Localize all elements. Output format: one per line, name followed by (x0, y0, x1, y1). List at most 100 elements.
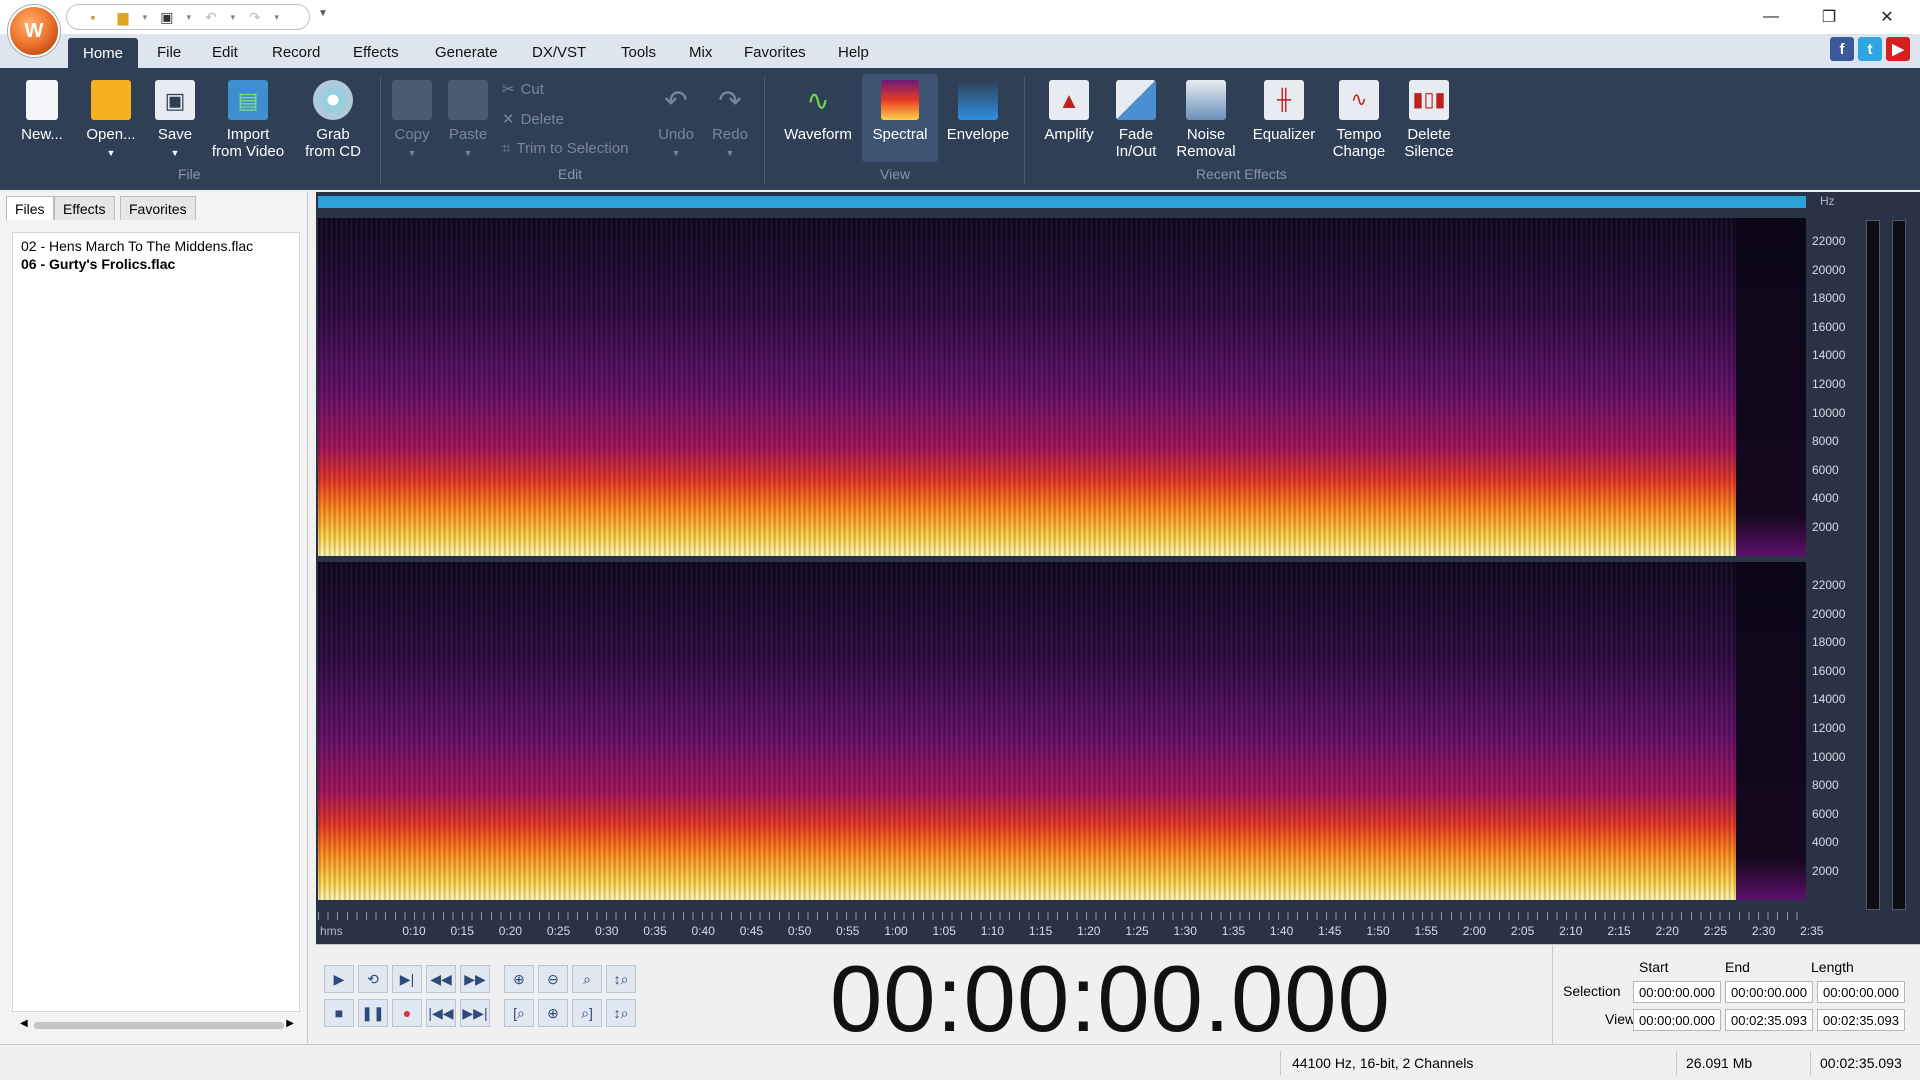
spectral-view-button[interactable]: Spectral (862, 74, 938, 162)
tab-mix[interactable]: Mix (689, 44, 712, 61)
undo-icon[interactable]: ↶ (199, 7, 223, 27)
tab-edit[interactable]: Edit (212, 44, 238, 61)
save-button[interactable]: ▣ Save ▼ (152, 80, 198, 162)
zoom-out-icon[interactable]: ⊖ (538, 965, 568, 993)
stop-icon[interactable]: ■ (324, 999, 354, 1027)
tab-files[interactable]: Files (6, 196, 54, 220)
list-item[interactable]: 02 - Hens March To The Middens.flac (21, 237, 291, 255)
cut-button[interactable]: ✂ Cut (502, 80, 544, 99)
noise-removal-button[interactable]: Noise Removal (1172, 80, 1240, 160)
zoom-all-icon[interactable]: ⊕ (538, 999, 568, 1027)
copy-button[interactable]: Copy ▼ (390, 80, 434, 162)
undo-button[interactable]: ↶ Undo ▼ (654, 80, 698, 162)
import-from-video-button[interactable]: ▤ Import from Video (206, 80, 290, 160)
delete-button[interactable]: ✕ Delete (502, 110, 564, 129)
tab-record[interactable]: Record (272, 44, 320, 61)
fade-icon (1116, 80, 1156, 120)
zoom-selection-icon[interactable]: [⌕ (504, 999, 534, 1027)
tab-dxvst[interactable]: DX/VST (532, 44, 586, 61)
loop-icon[interactable]: ⟲ (358, 965, 388, 993)
new-file-icon[interactable]: ▪ (81, 7, 105, 27)
tab-effects-panel[interactable]: Effects (54, 196, 115, 220)
youtube-icon[interactable]: ▶ (1886, 37, 1910, 61)
scrollbar-thumb[interactable] (34, 1022, 284, 1029)
cd-icon (313, 80, 353, 120)
skip-to-end-icon[interactable]: ▶▶| (460, 999, 490, 1027)
selection-panel: Start End Length Selection View 00:00:00… (1552, 945, 1920, 1045)
selection-end-field[interactable]: 00:00:00.000 (1725, 981, 1813, 1003)
tab-favorites[interactable]: Favorites (744, 44, 806, 61)
view-length-field[interactable]: 00:02:35.093 (1817, 1009, 1905, 1031)
list-item[interactable]: 06 - Gurty's Frolics.flac (21, 255, 291, 273)
amplify-button[interactable]: ▲ Amplify (1038, 80, 1100, 143)
scroll-left-icon[interactable]: ◀ (20, 1018, 28, 1029)
horizontal-scrollbar[interactable]: ◀ ▶ (18, 1018, 294, 1032)
zoom-in-icon[interactable]: ⊕ (504, 965, 534, 993)
tempo-change-button[interactable]: ∿ Tempo Change (1326, 80, 1392, 160)
chevron-down-icon: ▼ (407, 148, 417, 158)
envelope-view-button[interactable]: Envelope (942, 80, 1014, 143)
customize-qat-icon[interactable]: ▼ (318, 8, 328, 19)
chevron-down-icon[interactable]: ▼ (273, 13, 281, 22)
selection-length-field[interactable]: 00:00:00.000 (1817, 981, 1905, 1003)
view-start-field[interactable]: 00:00:00.000 (1633, 1009, 1721, 1031)
paste-button[interactable]: Paste ▼ (444, 80, 492, 162)
fast-forward-icon[interactable]: ▶▶ (460, 965, 490, 993)
zoom-right-icon[interactable]: ⌕] (572, 999, 602, 1027)
waveform-view-button[interactable]: ∿ Waveform (778, 80, 858, 143)
time-ruler[interactable]: hms 0:10 0:15 0:20 0:25 0:30 0:35 0:40 0:45 0:50… (318, 908, 1823, 944)
time-tick-label: 0:45 (739, 924, 764, 938)
frequency-tick-label: 8000 (1812, 778, 1839, 793)
chevron-down-icon[interactable]: ▼ (185, 13, 193, 22)
minimize-button[interactable]: — (1748, 2, 1794, 32)
app-logo[interactable]: W (8, 5, 60, 57)
open-folder-icon[interactable]: ▆ (111, 7, 135, 27)
frequency-tick-label: 10000 (1812, 405, 1846, 420)
equalizer-button[interactable]: ╫ Equalizer (1248, 80, 1320, 143)
channel-right-spectrogram[interactable] (318, 562, 1806, 900)
delete-silence-button[interactable]: ▮▯▮ Delete Silence (1398, 80, 1460, 160)
frequency-tick-label: 4000 (1812, 835, 1839, 850)
spectrogram-editor[interactable]: Hz 22000 20000 18000 16000 14000 12000 10000 80… (316, 192, 1920, 944)
tab-favorites-panel[interactable]: Favorites (120, 196, 196, 220)
frequency-tick-label: 12000 (1812, 377, 1846, 391)
scroll-right-icon[interactable]: ▶ (286, 1018, 294, 1029)
facebook-icon[interactable]: f (1830, 37, 1854, 61)
new-button[interactable]: New... (18, 80, 66, 143)
grab-from-cd-button[interactable]: Grab from CD (298, 80, 368, 160)
zoom-fit-icon[interactable]: ⌕ (572, 965, 602, 993)
redo-icon[interactable]: ↷ (243, 7, 267, 27)
open-button[interactable]: Open... ▼ (82, 80, 140, 162)
selection-start-field[interactable]: 00:00:00.000 (1633, 981, 1721, 1003)
trim-to-selection-button[interactable]: ⌗ Trim to Selection (502, 140, 628, 157)
zoom-vertical-in-icon[interactable]: ↕⌕ (606, 965, 636, 993)
restore-button[interactable]: ❐ (1806, 2, 1852, 32)
skip-to-start-icon[interactable]: |◀◀ (426, 999, 456, 1027)
view-end-field[interactable]: 00:02:35.093 (1725, 1009, 1813, 1031)
chevron-down-icon[interactable]: ▼ (141, 13, 149, 22)
tab-tools[interactable]: Tools (621, 44, 656, 61)
save-icon[interactable]: ▣ (155, 7, 179, 27)
channel-left-spectrogram[interactable] (318, 218, 1806, 556)
redo-button[interactable]: ↷ Redo ▼ (708, 80, 752, 162)
play-icon[interactable]: ▶ (324, 965, 354, 993)
record-icon[interactable]: ● (392, 999, 422, 1027)
overview-bar[interactable] (318, 196, 1806, 208)
tab-home[interactable]: Home (68, 38, 138, 68)
tab-generate[interactable]: Generate (435, 44, 498, 61)
zoom-vertical-out-icon[interactable]: ↕⌕ (606, 999, 636, 1027)
tab-effects[interactable]: Effects (353, 44, 399, 61)
copy-icon (392, 80, 432, 120)
quick-access-toolbar: ▪ ▆ ▼ ▣ ▼ ↶ ▼ ↷ ▼ (66, 4, 310, 30)
fade-in-out-button[interactable]: Fade In/Out (1108, 80, 1164, 160)
tab-help[interactable]: Help (838, 44, 869, 61)
play-to-end-icon[interactable]: ▶| (392, 965, 422, 993)
noise-removal-icon (1186, 80, 1226, 120)
pause-icon[interactable]: ❚❚ (358, 999, 388, 1027)
chevron-down-icon: ▼ (463, 148, 473, 158)
chevron-down-icon[interactable]: ▼ (229, 13, 237, 22)
close-button[interactable]: ✕ (1864, 2, 1910, 32)
twitter-icon[interactable]: t (1858, 37, 1882, 61)
tab-file[interactable]: File (157, 44, 181, 61)
rewind-icon[interactable]: ◀◀ (426, 965, 456, 993)
